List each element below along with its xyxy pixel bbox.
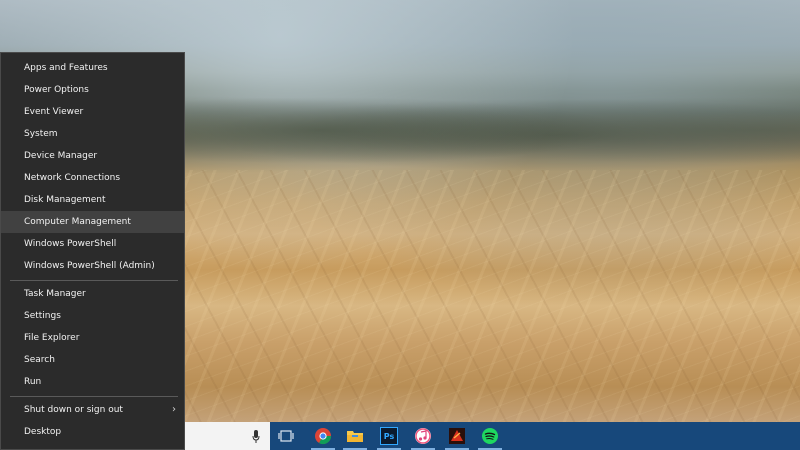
task-view-icon[interactable] (274, 425, 298, 447)
itunes-icon[interactable] (411, 425, 435, 450)
menu-separator (10, 396, 178, 397)
menu-item-computer-management[interactable]: Computer Management (1, 211, 184, 233)
menu-item-search[interactable]: Search (1, 349, 184, 371)
menu-item-network-connections[interactable]: Network Connections (1, 167, 184, 189)
menu-item-power-options[interactable]: Power Options (1, 79, 184, 101)
spotify-icon[interactable] (478, 425, 502, 450)
chrome-icon[interactable] (311, 425, 335, 450)
menu-item-system[interactable]: System (1, 123, 184, 145)
quick-link-menu: Apps and Features Power Options Event Vi… (0, 52, 185, 450)
photoshop-icon[interactable]: Ps (377, 425, 401, 450)
photoshop-label: Ps (383, 431, 395, 441)
menu-item-file-explorer[interactable]: File Explorer (1, 327, 184, 349)
menu-item-device-manager[interactable]: Device Manager (1, 145, 184, 167)
menu-item-apps-and-features[interactable]: Apps and Features (1, 57, 184, 79)
menu-item-settings[interactable]: Settings (1, 305, 184, 327)
menu-item-event-viewer[interactable]: Event Viewer (1, 101, 184, 123)
menu-separator (10, 280, 178, 281)
menu-item-shut-down-or-sign-out[interactable]: Shut down or sign out › (1, 399, 184, 421)
menu-item-desktop[interactable]: Desktop (1, 421, 184, 443)
menu-item-windows-powershell-admin[interactable]: Windows PowerShell (Admin) (1, 255, 184, 277)
red-game-icon[interactable] (445, 425, 469, 450)
menu-item-run[interactable]: Run (1, 371, 184, 393)
menu-item-windows-powershell[interactable]: Windows PowerShell (1, 233, 184, 255)
microphone-icon[interactable] (252, 429, 260, 443)
menu-item-label: Shut down or sign out (24, 405, 123, 415)
file-explorer-icon[interactable] (343, 425, 367, 450)
chevron-right-icon: › (172, 404, 176, 415)
menu-item-disk-management[interactable]: Disk Management (1, 189, 184, 211)
menu-item-task-manager[interactable]: Task Manager (1, 283, 184, 305)
